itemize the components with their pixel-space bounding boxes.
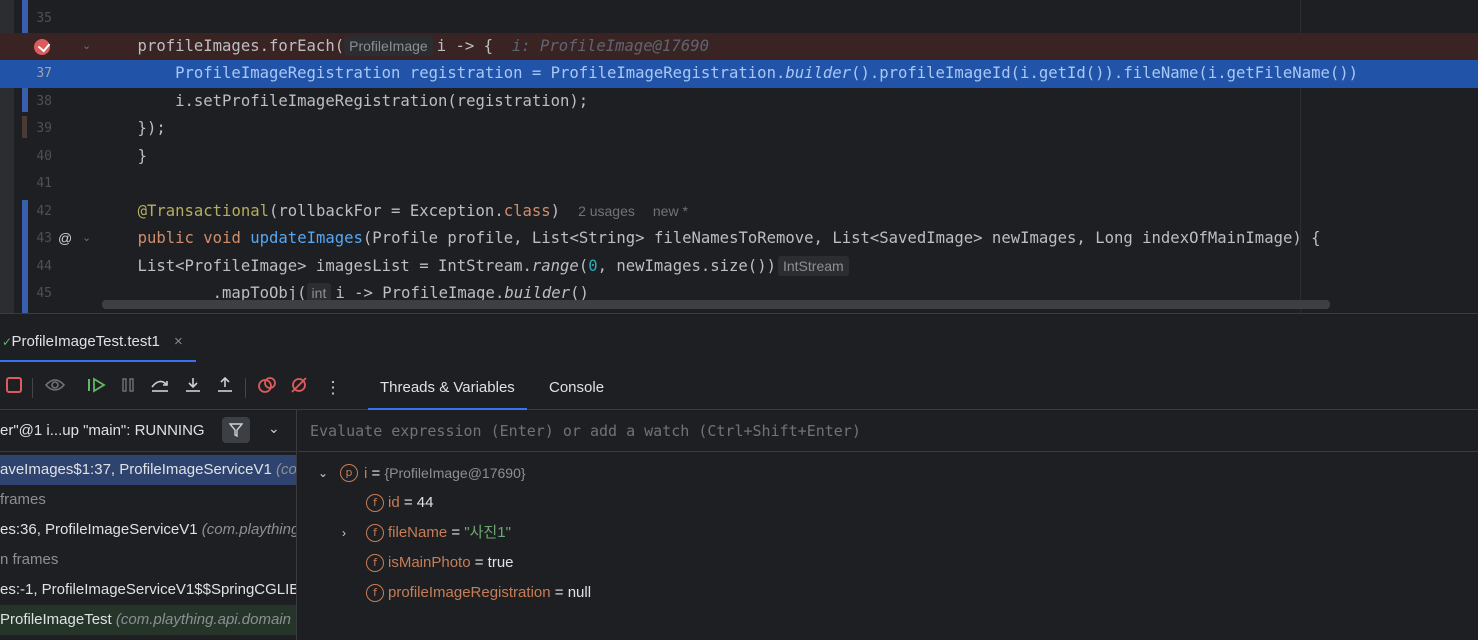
usages-hint[interactable]: 2 usages xyxy=(578,203,635,219)
code-line-breakpoint[interactable]: ⌄ profileImages.forEach(ProfileImage i ->… xyxy=(0,32,1478,61)
toolbar-separator xyxy=(32,378,33,398)
thread-name: er"@1 i...up "main": RUNNING xyxy=(0,422,205,439)
code-text: List<ProfileImage> imagesList = IntStrea… xyxy=(100,253,853,281)
line-number: 41 xyxy=(36,176,52,191)
code-text: }); xyxy=(100,119,166,137)
debug-toolbar: ⋮ Threads & Variables Console xyxy=(0,366,1478,410)
line-number: 43 xyxy=(36,231,52,246)
collapsed-frames[interactable]: frames xyxy=(0,485,296,515)
field-icon: f xyxy=(366,494,384,512)
author-hint[interactable]: new * xyxy=(653,203,688,219)
frames-pane: er"@1 i...up "main": RUNNING ⌄ aveImages… xyxy=(0,410,297,640)
stack-frame[interactable]: es:-1, ProfileImageServiceV1$$SpringCGLI… xyxy=(0,575,296,605)
field-icon: f xyxy=(366,554,384,572)
type-hint: IntStream xyxy=(777,255,849,276)
code-text: public void updateImages(Profile profile… xyxy=(137,229,1321,247)
variable-row-id[interactable]: f id = 44 xyxy=(366,488,766,518)
tab-console[interactable]: Console xyxy=(537,366,616,410)
filter-icon[interactable] xyxy=(222,417,250,443)
code-line[interactable]: 41 xyxy=(0,170,1478,198)
annotation-gutter-icon[interactable]: @ xyxy=(58,225,72,253)
debug-session-tab[interactable]: ✓ ProfileImageTest.test1 × xyxy=(0,328,196,362)
inline-debug-value: i: ProfileImage@17690 xyxy=(511,36,709,55)
line-number: 37 xyxy=(36,66,52,81)
stack-frame[interactable]: es:36, ProfileImageServiceV1 (com.playth… xyxy=(0,515,296,545)
fold-icon[interactable]: ⌄ xyxy=(82,33,91,61)
variable-row-ismainphoto[interactable]: f isMainPhoto = true xyxy=(366,548,766,578)
code-text: i.setProfileImageRegistration(registrati… xyxy=(100,91,589,110)
debug-session-tabbar: ✓ ProfileImageTest.test1 × xyxy=(0,314,1478,362)
code-line[interactable]: 44 List<ProfileImage> imagesList = IntSt… xyxy=(0,253,1478,281)
variable-row-filename[interactable]: › f fileName = "사진1" xyxy=(342,518,742,548)
eye-icon[interactable] xyxy=(43,376,67,400)
code-line-execution-point[interactable]: 37 ProfileImageRegistration registration… xyxy=(0,60,1478,88)
line-number: 42 xyxy=(36,203,52,219)
evaluate-expression-input[interactable] xyxy=(310,418,1410,444)
code-text: ProfileImageRegistration registration = … xyxy=(100,64,1359,82)
mute-breakpoints-icon[interactable] xyxy=(287,376,311,400)
pause-icon[interactable] xyxy=(116,376,140,400)
code-line[interactable]: 38 i.setProfileImageRegistration(registr… xyxy=(0,88,1478,116)
evaluate-expression-bar[interactable] xyxy=(298,410,1478,452)
code-editor[interactable]: 35 ⌄ profileImages.forEach(ProfileImage i… xyxy=(0,0,1478,313)
test-run-icon: ✓ xyxy=(2,335,13,349)
line-number: 40 xyxy=(36,148,52,164)
tab-threads-variables[interactable]: Threads & Variables xyxy=(368,366,527,410)
breakpoints-icon[interactable] xyxy=(255,376,279,400)
debug-tool-window: ✓ ProfileImageTest.test1 × ⋮ Threads & V… xyxy=(0,313,1478,640)
field-icon: f xyxy=(366,584,384,602)
close-icon[interactable]: × xyxy=(174,333,183,350)
code-line[interactable]: 42 @Transactional(rollbackFor = Exceptio… xyxy=(0,198,1478,226)
line-number: 35 xyxy=(36,11,52,26)
line-number: 39 xyxy=(36,121,52,136)
step-out-icon[interactable] xyxy=(213,376,237,400)
thread-selector[interactable]: er"@1 i...up "main": RUNNING ⌄ xyxy=(0,410,296,452)
step-into-icon[interactable] xyxy=(181,376,205,400)
variables-pane: ⌄ p i = {ProfileImage@17690} f id = 44 ›… xyxy=(298,410,1478,640)
variable-row-i[interactable]: ⌄ p i = {ProfileImage@17690} xyxy=(318,458,718,488)
horizontal-scrollbar[interactable] xyxy=(102,300,1330,309)
line-number: 45 xyxy=(36,286,52,301)
collapsed-frames[interactable]: n frames xyxy=(0,545,296,575)
line-number: 38 xyxy=(36,93,52,109)
code-line[interactable]: 39 }); xyxy=(0,115,1478,143)
resume-icon[interactable] xyxy=(84,376,108,400)
code-text: } xyxy=(137,146,147,165)
step-over-icon[interactable] xyxy=(148,376,172,400)
toolbar-separator xyxy=(245,378,246,398)
chevron-down-icon[interactable]: ⌄ xyxy=(268,420,280,437)
more-icon[interactable]: ⋮ xyxy=(321,376,345,400)
code-text: @Transactional(rollbackFor = Exception.c… xyxy=(137,201,688,220)
code-line[interactable]: 40 } xyxy=(0,143,1478,171)
stack-frame[interactable]: ProfileImageTest (com.plaything.api.doma… xyxy=(0,605,296,635)
stack-frame[interactable]: aveImages$1:37, ProfileImageServiceV1 (c… xyxy=(0,455,296,485)
session-tab-label: ProfileImageTest.test1 xyxy=(11,333,160,350)
parameter-icon: p xyxy=(340,464,358,482)
code-line[interactable]: 43 @ ⌄ public void updateImages(Profile … xyxy=(0,225,1478,253)
parameter-hint: ProfileImage xyxy=(344,35,433,56)
breakpoint-icon[interactable] xyxy=(34,38,50,55)
variable-row-profileimageregistration[interactable]: f profileImageRegistration = null xyxy=(366,578,766,608)
chevron-right-icon[interactable]: › xyxy=(342,518,356,548)
stop-icon[interactable] xyxy=(2,376,26,400)
line-number: 44 xyxy=(36,258,52,274)
code-line[interactable]: 35 xyxy=(0,5,1478,33)
code-text: profileImages.forEach(ProfileImage i -> {… xyxy=(100,35,709,56)
fold-icon[interactable]: ⌄ xyxy=(82,225,91,253)
field-icon: f xyxy=(366,524,384,542)
chevron-down-icon[interactable]: ⌄ xyxy=(318,458,332,488)
